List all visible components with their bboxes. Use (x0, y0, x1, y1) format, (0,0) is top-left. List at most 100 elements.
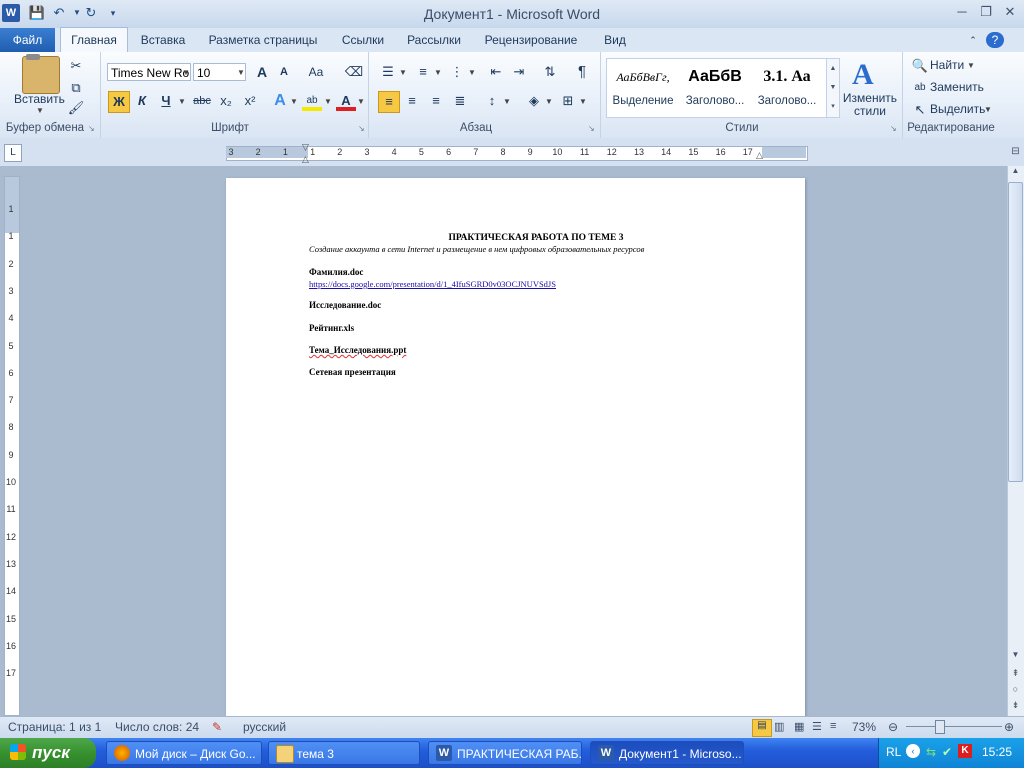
browse-object-icon[interactable]: ○ (1008, 684, 1023, 698)
minimize-icon[interactable]: ─ (950, 3, 974, 21)
status-language[interactable]: русский (243, 720, 286, 734)
font-color-dropdown-icon[interactable]: ▼ (357, 97, 365, 106)
font-family-combo[interactable]: Times New Ro (107, 63, 191, 81)
tray-language[interactable]: RL (886, 745, 901, 759)
copy-icon[interactable]: ⧉ (66, 78, 86, 98)
minimize-ribbon-icon[interactable]: ⌃ (964, 28, 982, 52)
tab-review[interactable]: Рецензирование (476, 28, 586, 52)
zoom-slider-thumb[interactable] (935, 720, 945, 734)
select-icon[interactable]: ↖ (910, 100, 930, 120)
left-indent-marker[interactable]: △ (302, 154, 309, 165)
next-page-icon[interactable]: ⇟ (1008, 700, 1023, 714)
restore-icon[interactable]: ❐ (974, 3, 998, 21)
find-button[interactable]: Найти (930, 58, 964, 72)
borders-dropdown-icon[interactable]: ▼ (579, 97, 587, 106)
tab-view[interactable]: Вид (596, 28, 634, 52)
line-spacing-icon[interactable]: ↕ (482, 91, 502, 111)
underline-button[interactable]: Ч (156, 91, 176, 111)
bullets-dropdown-icon[interactable]: ▼ (399, 68, 407, 77)
style-heading2[interactable]: 3.1. Аа Заголово... (752, 58, 822, 116)
scroll-thumb[interactable] (1008, 182, 1023, 482)
close-icon[interactable]: ✕ (998, 3, 1022, 21)
styles-scroll-buttons[interactable]: ▲ ▼ ▾ (826, 58, 840, 118)
font-launcher-icon[interactable]: ↘ (358, 124, 365, 133)
format-painter-icon[interactable]: 🖌 (66, 98, 86, 118)
draft-view-icon[interactable]: ≡ (830, 720, 836, 732)
status-word-count[interactable]: Число слов: 24 (115, 720, 199, 734)
paste-dropdown-icon[interactable]: ▼ (36, 106, 44, 115)
zoom-out-icon[interactable]: ⊖ (888, 720, 898, 734)
shrink-font-icon[interactable]: A (274, 62, 294, 82)
grow-font-icon[interactable]: A (252, 62, 272, 82)
borders-icon[interactable]: ⊞ (558, 91, 578, 111)
paragraph-launcher-icon[interactable]: ↘ (588, 124, 595, 133)
style-heading1[interactable]: АаБбВ Заголово... (680, 58, 750, 116)
align-right-button[interactable]: ≡ (426, 91, 446, 111)
tab-insert[interactable]: Вставка (134, 28, 192, 52)
first-line-indent-marker[interactable]: ▽ (302, 142, 309, 153)
strikethrough-button[interactable]: abc (190, 91, 214, 111)
scroll-down-icon[interactable]: ▼ (1008, 650, 1023, 664)
tab-layout[interactable]: Разметка страницы (200, 28, 326, 52)
tray-security-icon[interactable]: ✔ (942, 745, 952, 759)
document-page[interactable] (226, 178, 805, 718)
zoom-slider-track[interactable] (906, 726, 1002, 727)
line-spacing-dropdown-icon[interactable]: ▼ (503, 97, 511, 106)
find-dropdown-icon[interactable]: ▼ (967, 61, 975, 70)
ruler-toggle-icon[interactable]: ⊟ (1008, 146, 1023, 162)
italic-button[interactable]: К (132, 91, 152, 111)
align-center-button[interactable]: ≡ (402, 91, 422, 111)
zoom-level[interactable]: 73% (852, 720, 876, 734)
superscript-button[interactable]: x² (240, 91, 260, 111)
decrease-indent-icon[interactable]: ⇤ (486, 62, 506, 82)
style-emphasis[interactable]: АаБбВвГг, Выделение (608, 58, 678, 116)
full-screen-view-icon[interactable]: ▥ (774, 720, 784, 733)
sort-icon[interactable]: ⇅ (540, 62, 560, 82)
prev-page-icon[interactable]: ⇞ (1008, 668, 1023, 682)
find-icon[interactable]: 🔍 (910, 56, 930, 76)
tab-mailings[interactable]: Рассылки (400, 28, 468, 52)
tab-file[interactable]: Файл (0, 28, 55, 52)
font-color-icon[interactable]: A (336, 91, 356, 111)
document-link[interactable]: https://docs.google.com/presentation/d/1… (309, 279, 556, 289)
subscript-button[interactable]: x₂ (216, 91, 236, 111)
start-button[interactable]: пуск (0, 738, 96, 768)
numbering-dropdown-icon[interactable]: ▼ (434, 68, 442, 77)
select-button[interactable]: Выделить (930, 102, 985, 116)
web-layout-view-icon[interactable]: ▦ (794, 720, 804, 733)
scroll-up-icon[interactable]: ▲ (1008, 166, 1023, 180)
tab-references[interactable]: Ссылки (334, 28, 392, 52)
text-effects-dropdown-icon[interactable]: ▼ (290, 97, 298, 106)
show-formatting-icon[interactable]: ¶ (572, 62, 592, 82)
zoom-in-icon[interactable]: ⊕ (1004, 720, 1014, 734)
cut-icon[interactable]: ✂ (66, 56, 86, 76)
increase-indent-icon[interactable]: ⇥ (509, 62, 529, 82)
paste-icon[interactable] (22, 56, 60, 94)
highlight-icon[interactable]: ab (302, 91, 322, 111)
status-page[interactable]: Страница: 1 из 1 (8, 720, 101, 734)
numbering-icon[interactable]: ≡ (413, 62, 433, 82)
paste-button[interactable]: Вставить (14, 92, 65, 106)
align-left-button[interactable]: ≡ (378, 91, 400, 113)
tab-home[interactable]: Главная (60, 27, 128, 52)
bold-button[interactable]: Ж (108, 91, 130, 113)
tray-expand-icon[interactable]: ‹ (906, 744, 920, 758)
change-case-icon[interactable]: Aa (304, 62, 328, 82)
shading-icon[interactable]: ◈ (524, 91, 544, 111)
select-dropdown-icon[interactable]: ▼ (984, 105, 992, 114)
shading-dropdown-icon[interactable]: ▼ (545, 97, 553, 106)
underline-dropdown-icon[interactable]: ▼ (178, 97, 186, 106)
clipboard-launcher-icon[interactable]: ↘ (88, 124, 95, 133)
print-layout-view-icon[interactable]: ▤ (752, 719, 772, 737)
right-indent-marker[interactable]: △ (756, 150, 763, 161)
tray-network-icon[interactable]: ⇆ (926, 745, 936, 759)
change-styles-button[interactable]: Изменить стили (842, 92, 898, 118)
justify-button[interactable]: ≣ (450, 91, 470, 111)
tab-selector-icon[interactable]: L (4, 144, 22, 162)
font-size-dropdown-icon[interactable]: ▼ (237, 68, 245, 77)
tray-antivirus-icon[interactable]: K (958, 744, 972, 758)
highlight-dropdown-icon[interactable]: ▼ (324, 97, 332, 106)
multilevel-list-icon[interactable]: ⋮ (447, 62, 467, 82)
vertical-ruler[interactable] (4, 176, 20, 716)
clear-formatting-icon[interactable]: ⌫ (344, 62, 364, 82)
